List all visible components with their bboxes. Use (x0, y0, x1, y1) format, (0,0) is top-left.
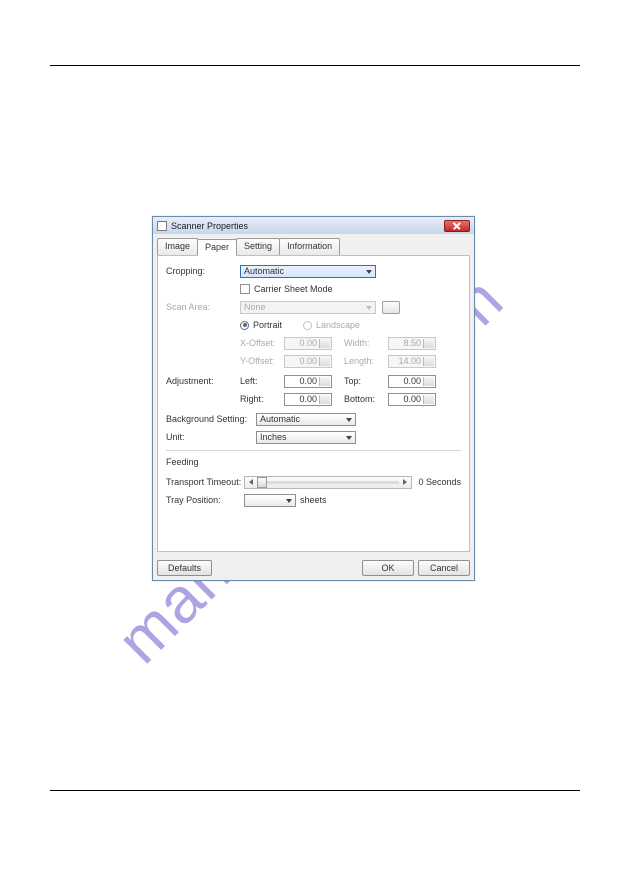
titlebar[interactable]: Scanner Properties (153, 217, 474, 234)
carrier-sheet-label: Carrier Sheet Mode (254, 284, 333, 294)
timeout-slider[interactable] (244, 476, 412, 489)
xoffset-spin: 0.00 (284, 337, 332, 350)
length-spin: 14.00 (388, 355, 436, 368)
ok-button[interactable]: OK (362, 560, 414, 576)
cropping-label: Cropping: (166, 266, 240, 276)
bottom-label: Bottom: (344, 394, 388, 404)
background-combo[interactable]: Automatic (256, 413, 356, 426)
right-label: Right: (240, 394, 284, 404)
chevron-right-icon[interactable] (403, 479, 407, 485)
width-label: Width: (344, 338, 388, 348)
left-label: Left: (240, 376, 284, 386)
tab-setting[interactable]: Setting (236, 238, 280, 255)
scanarea-combo: None (240, 301, 376, 314)
background-label: Background Setting: (166, 414, 256, 424)
paper-panel: Cropping: Automatic Carrier Sheet Mode S… (157, 255, 470, 552)
right-spin[interactable]: 0.00 (284, 393, 332, 406)
scanarea-extra-button (382, 301, 400, 314)
feeding-title: Feeding (166, 457, 461, 467)
portrait-radio[interactable] (240, 321, 249, 330)
left-spin[interactable]: 0.00 (284, 375, 332, 388)
tab-image[interactable]: Image (157, 238, 198, 255)
portrait-label: Portrait (253, 320, 303, 330)
unit-combo[interactable]: Inches (256, 431, 356, 444)
button-bar: Defaults OK Cancel (153, 556, 474, 580)
tab-information[interactable]: Information (279, 238, 340, 255)
tab-paper[interactable]: Paper (197, 239, 237, 256)
yoffset-label: Y-Offset: (240, 356, 284, 366)
timeout-value: 0 Seconds (418, 477, 461, 487)
page-bottom-rule (50, 790, 580, 791)
slider-thumb[interactable] (257, 477, 267, 488)
width-spin: 8.50 (388, 337, 436, 350)
xoffset-label: X-Offset: (240, 338, 284, 348)
window-title: Scanner Properties (171, 221, 444, 231)
top-spin[interactable]: 0.00 (388, 375, 436, 388)
sheets-label: sheets (300, 495, 327, 505)
bottom-spin[interactable]: 0.00 (388, 393, 436, 406)
carrier-sheet-checkbox[interactable] (240, 284, 250, 294)
chevron-left-icon[interactable] (249, 479, 253, 485)
page-top-rule (50, 65, 580, 66)
cropping-combo[interactable]: Automatic (240, 265, 376, 278)
defaults-button[interactable]: Defaults (157, 560, 212, 576)
landscape-radio (303, 321, 312, 330)
tabstrip: Image Paper Setting Information (153, 234, 474, 255)
tray-combo[interactable] (244, 494, 296, 507)
unit-label: Unit: (166, 432, 256, 442)
timeout-label: Transport Timeout: (166, 477, 244, 487)
adjustment-label: Adjustment: (166, 376, 240, 386)
cancel-button[interactable]: Cancel (418, 560, 470, 576)
scanarea-label: Scan Area: (166, 302, 240, 312)
app-icon (157, 221, 167, 231)
close-icon[interactable] (444, 220, 470, 232)
tray-label: Tray Position: (166, 495, 244, 505)
top-label: Top: (344, 376, 388, 386)
landscape-label: Landscape (316, 320, 360, 330)
length-label: Length: (344, 356, 388, 366)
feeding-group: Feeding Transport Timeout: 0 Seconds Tra… (166, 450, 461, 507)
yoffset-spin: 0.00 (284, 355, 332, 368)
scanner-properties-dialog: Scanner Properties Image Paper Setting I… (152, 216, 475, 581)
